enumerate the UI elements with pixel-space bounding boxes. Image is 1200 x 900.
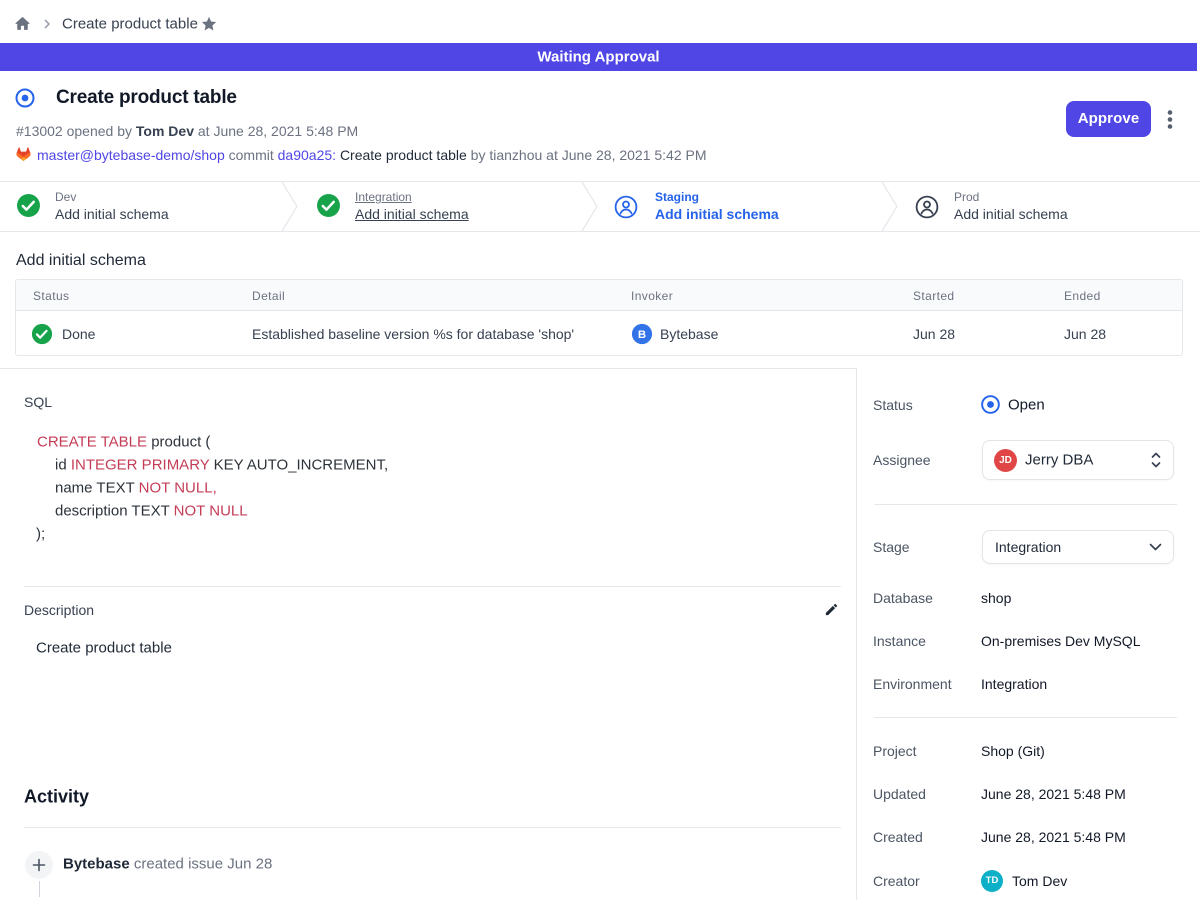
- svg-text:B: B: [638, 329, 646, 341]
